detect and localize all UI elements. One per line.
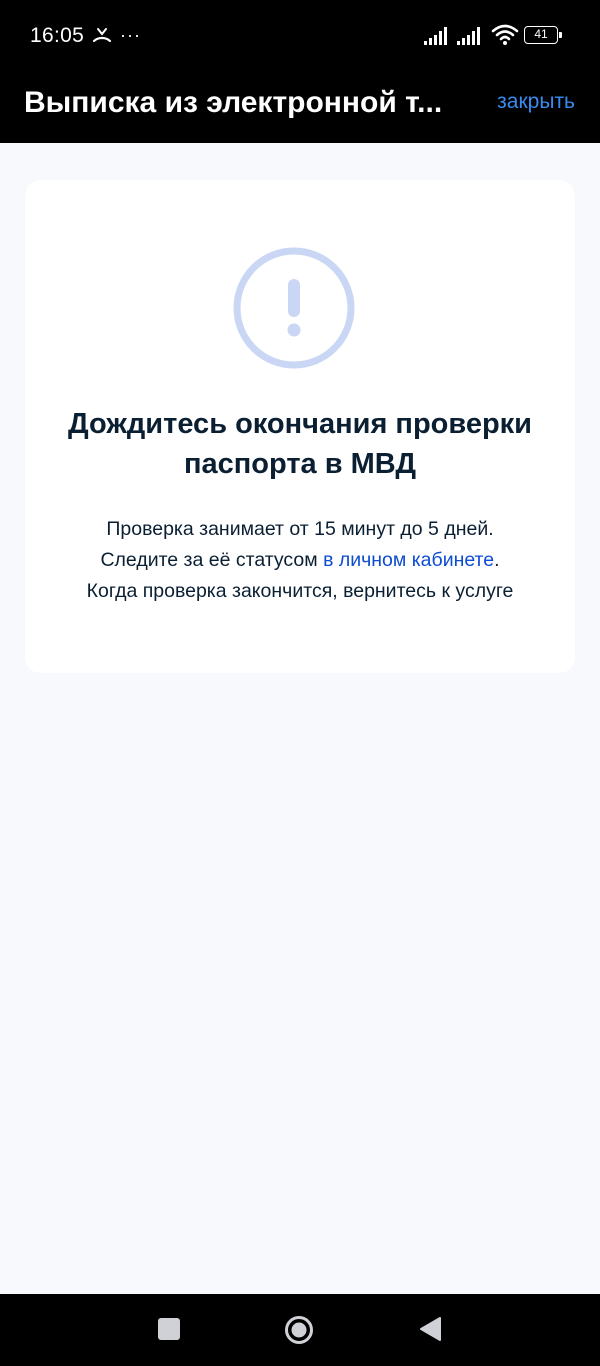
close-button[interactable]: закрыть: [497, 88, 575, 116]
missed-call-icon: [92, 28, 112, 43]
battery-level: 41: [534, 27, 548, 41]
description-line-2-suffix: .: [494, 549, 500, 571]
signal-icon: [457, 27, 480, 45]
app-header: Выписка из электронной т... закрыть: [0, 70, 600, 143]
card-heading: Дождитесь окончания проверки паспорта в …: [67, 408, 533, 480]
more-icon: ···: [120, 25, 141, 45]
status-card: Дождитесь окончания проверки паспорта в …: [25, 180, 575, 673]
description-line-2: Следите за её статусом в личном кабинете…: [35, 545, 565, 576]
page-title: Выписка из электронной т...: [24, 86, 443, 119]
status-bar: 16:05 ··· 41: [0, 0, 600, 70]
home-circle-icon[interactable]: [284, 1315, 314, 1345]
description-line-3: Когда проверка закончится, вернитесь к у…: [86, 580, 514, 602]
system-navigation-bar: [0, 1294, 600, 1366]
back-triangle-icon[interactable]: [418, 1316, 442, 1342]
personal-account-link[interactable]: в личном кабинете: [323, 549, 494, 571]
description-line-2-prefix: Следите за её статусом: [100, 549, 324, 571]
status-time: 16:05: [30, 24, 85, 47]
exclamation-circle-icon: [233, 247, 355, 369]
signal-icon: [424, 27, 447, 45]
recents-square-icon[interactable]: [158, 1318, 180, 1340]
wifi-icon: [491, 24, 519, 45]
description-line-1: Проверка занимает от 15 минут до 5 дней.: [106, 518, 494, 540]
card-description: Проверка занимает от 15 минут до 5 дней.…: [35, 514, 565, 607]
battery-icon: 41: [524, 26, 562, 44]
